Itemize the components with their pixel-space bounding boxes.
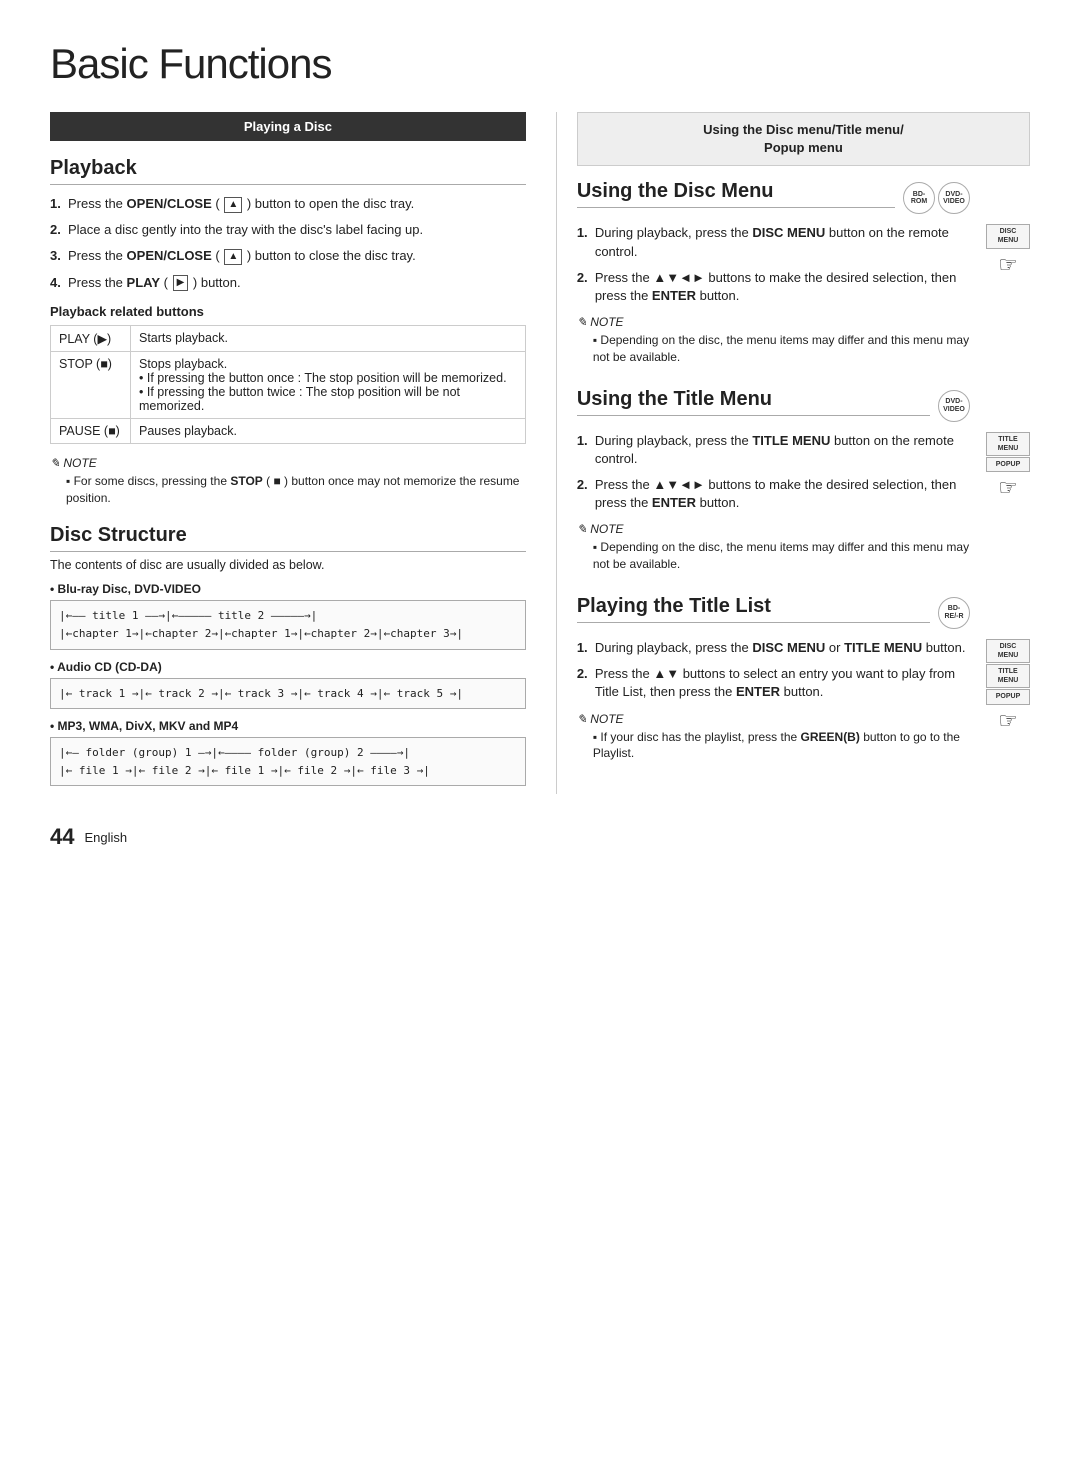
playback-note: NOTE For some discs, pressing the STOP (… xyxy=(50,456,526,507)
two-column-layout: Playing a Disc Playback 1. Press the OPE… xyxy=(50,112,1030,794)
note-label: NOTE xyxy=(50,456,526,470)
title-list-subsection: Playing the Title List BD-RE/-R DISC MEN… xyxy=(577,595,1030,762)
disc-menu-steps: 1. During playback, press the DISC MENU … xyxy=(577,224,970,305)
title-menu-badge: TITLE MENU xyxy=(986,432,1030,456)
disc-item-mp3: MP3, WMA, DivX, MKV and MP4 xyxy=(50,719,526,733)
disc-structure-title: Disc Structure xyxy=(50,524,526,552)
disc-structure-desc: The contents of disc are usually divided… xyxy=(50,558,526,572)
disc-menu-step-2: 2. Press the ▲▼◄► buttons to make the de… xyxy=(577,269,970,305)
hand-icon-2: ☞ xyxy=(998,475,1018,501)
playback-step-2: 2. Place a disc gently into the tray wit… xyxy=(50,221,526,239)
title-menu-badge-2: TITLE MENU xyxy=(986,664,1030,688)
hand-icon: ☞ xyxy=(998,252,1018,278)
open-close-icon: ▲ xyxy=(224,197,242,213)
button-desc: Starts playback. xyxy=(131,325,526,351)
disc-menu-title: Using the Disc Menu xyxy=(577,180,895,208)
playback-title: Playback xyxy=(50,157,526,185)
title-list-steps: 1. During playback, press the DISC MENU … xyxy=(577,639,970,702)
title-menu-step-1: 1. During playback, press the TITLE MENU… xyxy=(577,432,970,468)
bd-re-badge: BD-RE/-R xyxy=(938,597,970,629)
right-column: Using the Disc menu/Title menu/ Popup me… xyxy=(556,112,1030,794)
open-close-icon-2: ▲ xyxy=(224,249,242,265)
title-menu-steps: 1. During playback, press the TITLE MENU… xyxy=(577,432,970,513)
related-buttons-heading: Playback related buttons xyxy=(50,304,526,319)
disc-menu-badge-2: DISC MENU xyxy=(986,639,1030,663)
note-item: Depending on the disc, the menu items ma… xyxy=(577,332,970,366)
page-number: 44 xyxy=(50,824,74,850)
button-label: PAUSE (■) xyxy=(51,418,131,443)
playback-steps: 1. Press the OPEN/CLOSE ( ▲ ) button to … xyxy=(50,195,526,292)
button-desc: Pauses playback. xyxy=(131,418,526,443)
page-footer: 44 English xyxy=(50,824,1030,850)
disc-menu-subsection: Using the Disc Menu BD-ROM DVD-VIDEO DIS… xyxy=(577,180,1030,365)
bd-rom-badge: BD-ROM xyxy=(903,182,935,214)
title-menu-title: Using the Title Menu xyxy=(577,388,930,416)
disc-item-bluray: Blu-ray Disc, DVD-VIDEO xyxy=(50,582,526,596)
table-row: PLAY (▶) Starts playback. xyxy=(51,325,526,351)
audiocd-diagram: |← track 1 →|← track 2 →|← track 3 →|← t… xyxy=(50,678,526,710)
page-container: Basic Functions Playing a Disc Playback … xyxy=(50,40,1030,850)
play-icon: ▶ xyxy=(173,275,189,291)
title-list-step-1: 1. During playback, press the DISC MENU … xyxy=(577,639,970,657)
note-label: NOTE xyxy=(577,522,970,536)
table-row: STOP (■) Stops playback. • If pressing t… xyxy=(51,351,526,418)
playing-a-disc-header: Playing a Disc xyxy=(50,112,526,141)
playback-section: Playback 1. Press the OPEN/CLOSE ( ▲ ) b… xyxy=(50,157,526,506)
title-list-step-2: 2. Press the ▲▼ buttons to select an ent… xyxy=(577,665,970,701)
hand-icon-3: ☞ xyxy=(998,708,1018,734)
dvd-video-badge-2: DVD-VIDEO xyxy=(938,390,970,422)
title-list-title: Playing the Title List xyxy=(577,595,930,623)
page-language: English xyxy=(84,830,127,845)
table-row: PAUSE (■) Pauses playback. xyxy=(51,418,526,443)
disc-menu-step-1: 1. During playback, press the DISC MENU … xyxy=(577,224,970,260)
playback-step-1: 1. Press the OPEN/CLOSE ( ▲ ) button to … xyxy=(50,195,526,213)
disc-menu-badge: DISC MENU xyxy=(986,224,1030,248)
note-label: NOTE xyxy=(577,315,970,329)
dvd-video-badge: DVD-VIDEO xyxy=(938,182,970,214)
page-title: Basic Functions xyxy=(50,40,1030,88)
button-label: PLAY (▶) xyxy=(51,325,131,351)
popup-badge-2: POPUP xyxy=(986,689,1030,704)
title-menu-step-2: 2. Press the ▲▼◄► buttons to make the de… xyxy=(577,476,970,512)
note-item: For some discs, pressing the STOP ( ■ ) … xyxy=(50,473,526,507)
note-item: If your disc has the playlist, press the… xyxy=(577,729,970,763)
bluray-diagram: |←—— title 1 ——→|←————— title 2 —————→| … xyxy=(50,600,526,649)
note-item: Depending on the disc, the menu items ma… xyxy=(577,539,970,573)
disc-menu-note: NOTE Depending on the disc, the menu ite… xyxy=(577,315,970,366)
left-column: Playing a Disc Playback 1. Press the OPE… xyxy=(50,112,526,794)
button-desc: Stops playback. • If pressing the button… xyxy=(131,351,526,418)
title-menu-note: NOTE Depending on the disc, the menu ite… xyxy=(577,522,970,573)
playback-step-4: 4. Press the PLAY ( ▶ ) button. xyxy=(50,274,526,292)
title-menu-subsection: Using the Title Menu DVD-VIDEO TITLE MEN… xyxy=(577,388,1030,573)
note-label: NOTE xyxy=(577,712,970,726)
disc-menu-section-header: Using the Disc menu/Title menu/ Popup me… xyxy=(577,112,1030,166)
title-list-note: NOTE If your disc has the playlist, pres… xyxy=(577,712,970,763)
mp3-diagram: |←— folder (group) 1 —→|←———— folder (gr… xyxy=(50,737,526,786)
button-label: STOP (■) xyxy=(51,351,131,418)
playback-step-3: 3. Press the OPEN/CLOSE ( ▲ ) button to … xyxy=(50,247,526,265)
disc-structure-section: Disc Structure The contents of disc are … xyxy=(50,524,526,786)
popup-badge: POPUP xyxy=(986,457,1030,472)
playback-table: PLAY (▶) Starts playback. STOP (■) Stops… xyxy=(50,325,526,444)
disc-item-audio-cd: Audio CD (CD-DA) xyxy=(50,660,526,674)
